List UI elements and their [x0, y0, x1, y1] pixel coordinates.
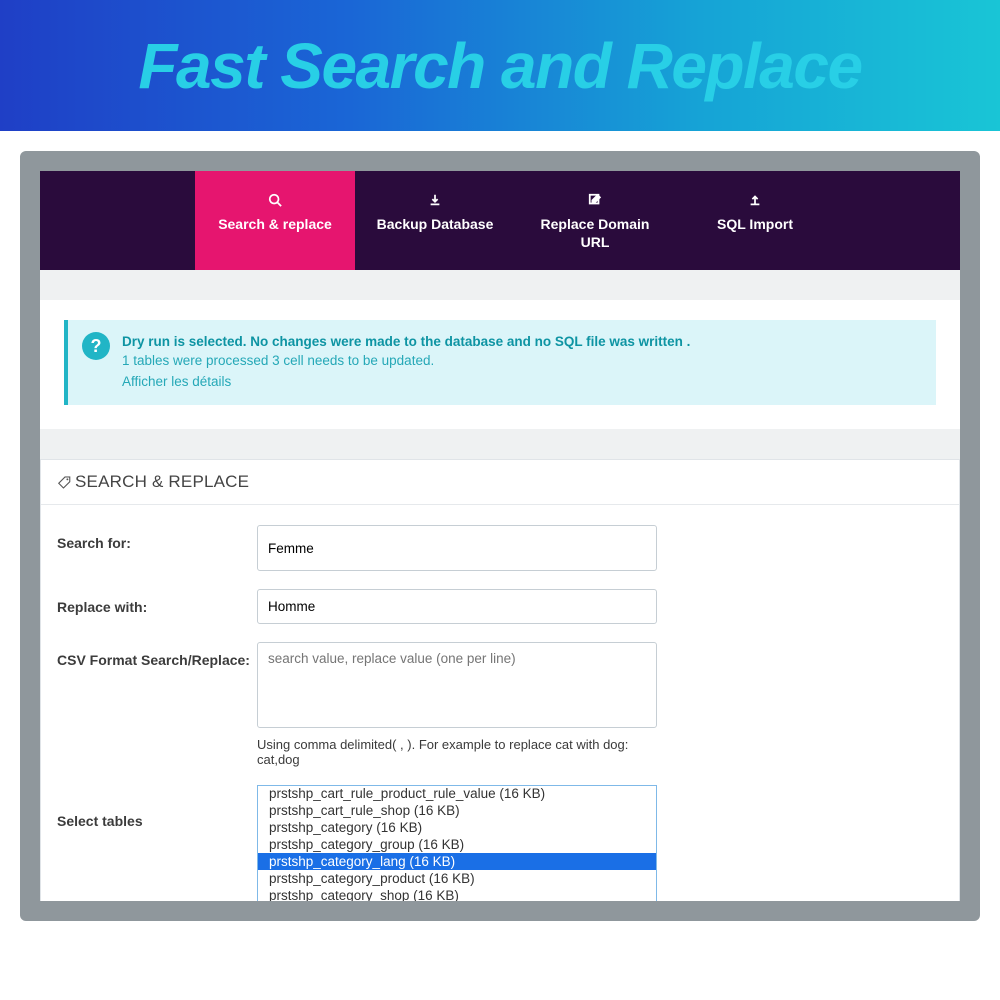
replace-with-label: Replace with:: [57, 589, 257, 615]
table-option[interactable]: prstshp_category_product (16 KB): [258, 870, 656, 887]
content-area: ? Dry run is selected. No changes were m…: [40, 300, 960, 901]
table-option[interactable]: prstshp_category_shop (16 KB): [258, 887, 656, 901]
tab-bar: Search & replace Backup Database Replace…: [40, 171, 960, 270]
table-option[interactable]: prstshp_category_group (16 KB): [258, 836, 656, 853]
search-for-input[interactable]: [257, 525, 657, 571]
table-option[interactable]: prstshp_cart_rule_product_rule_value (16…: [258, 785, 656, 802]
tab-label: SQL Import: [717, 216, 793, 232]
table-option[interactable]: prstshp_category_lang (16 KB): [258, 853, 656, 870]
search-replace-panel: SEARCH & REPLACE Search for: Replace wit…: [40, 459, 960, 901]
tab-replace-domain[interactable]: Replace Domain URL: [515, 171, 675, 270]
tags-icon: [53, 476, 70, 489]
alert-details-link[interactable]: Afficher les détails: [122, 374, 918, 389]
app-panel: Search & replace Backup Database Replace…: [40, 171, 960, 901]
tab-label: Backup Database: [377, 216, 494, 232]
csv-textarea[interactable]: [257, 642, 657, 728]
upload-icon: [685, 193, 825, 210]
alert-title: Dry run is selected. No changes were mad…: [122, 334, 918, 349]
panel-body: Search for: Replace with: CSV Format Sea…: [41, 505, 959, 901]
panel-header: SEARCH & REPLACE: [41, 460, 959, 505]
tab-label: Replace Domain URL: [541, 216, 650, 250]
alert-subtitle: 1 tables were processed 3 cell needs to …: [122, 353, 918, 368]
search-icon: [205, 193, 345, 210]
csv-label: CSV Format Search/Replace:: [57, 642, 257, 668]
question-icon: ?: [82, 332, 110, 360]
download-icon: [365, 193, 505, 210]
tables-listbox[interactable]: prstshp_cart_rule_product_rule_value (16…: [257, 785, 657, 901]
select-tables-label: Select tables: [57, 785, 257, 829]
hero-title: Fast Search and Replace: [138, 29, 861, 103]
dry-run-alert: ? Dry run is selected. No changes were m…: [64, 320, 936, 405]
hero-banner: Fast Search and Replace: [0, 0, 1000, 131]
table-option[interactable]: prstshp_category (16 KB): [258, 819, 656, 836]
table-option[interactable]: prstshp_cart_rule_shop (16 KB): [258, 802, 656, 819]
alert-card: ? Dry run is selected. No changes were m…: [40, 300, 960, 429]
panel-title: SEARCH & REPLACE: [75, 472, 249, 492]
replace-with-input[interactable]: [257, 589, 657, 624]
tab-backup-database[interactable]: Backup Database: [355, 171, 515, 270]
outer-frame: Search & replace Backup Database Replace…: [20, 151, 980, 921]
tab-search-replace[interactable]: Search & replace: [195, 171, 355, 270]
tab-label: Search & replace: [218, 216, 332, 232]
search-for-label: Search for:: [57, 525, 257, 551]
csv-hint: Using comma delimited( , ). For example …: [257, 737, 657, 767]
edit-icon: [525, 193, 665, 210]
tab-sql-import[interactable]: SQL Import: [675, 171, 835, 270]
